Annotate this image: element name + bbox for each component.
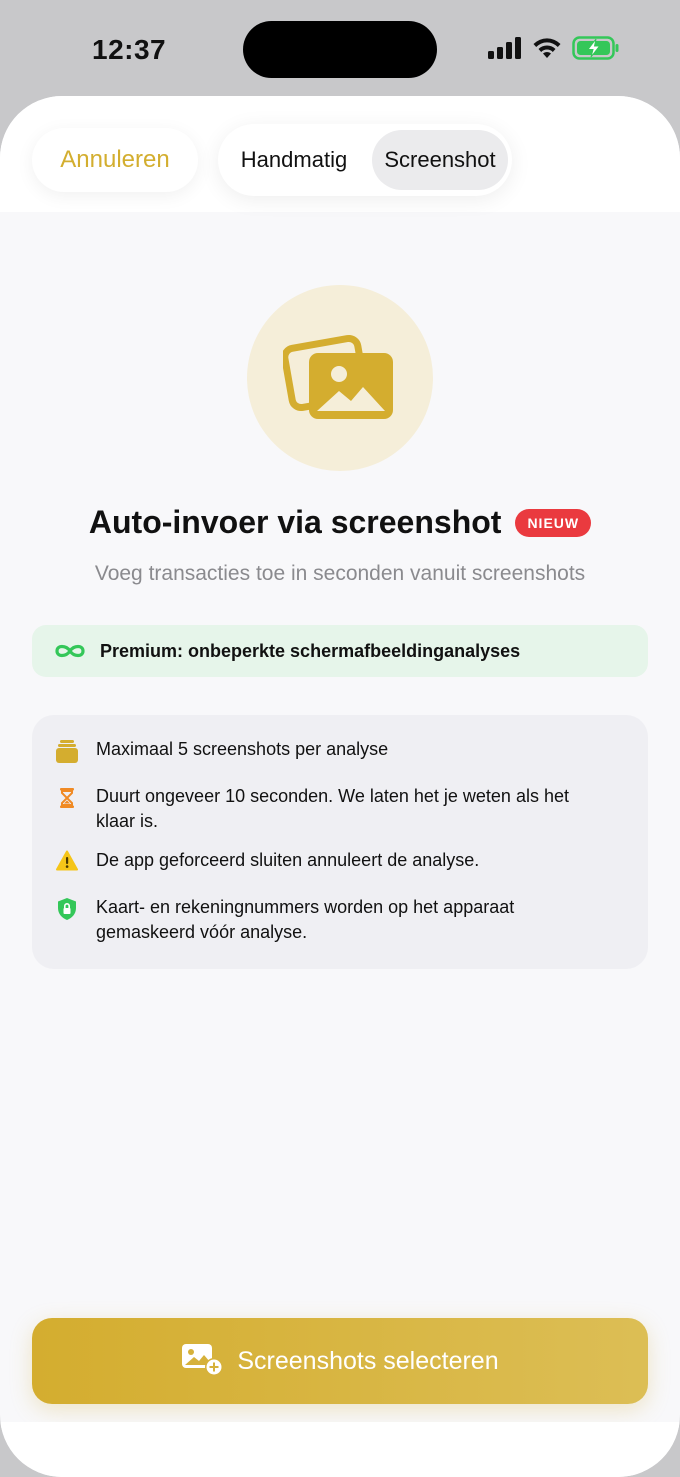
input-mode-segmented-control: Handmatig Screenshot [218, 124, 512, 196]
info-item: Duurt ongeveer 10 seconden. We laten het… [56, 784, 616, 834]
warning-icon [56, 848, 96, 872]
segment-manual[interactable]: Handmatig [224, 130, 364, 190]
cellular-signal-icon [488, 37, 522, 64]
wifi-icon [532, 37, 562, 64]
shield-lock-icon [56, 895, 96, 921]
cancel-button[interactable]: Annuleren [32, 128, 198, 192]
premium-banner: Premium: onbeperkte schermafbeeldinganal… [32, 625, 648, 677]
infinity-icon [54, 643, 88, 659]
info-text: Maximaal 5 screenshots per analyse [96, 739, 389, 759]
info-text: De app geforceerd sluiten annuleert de a… [96, 850, 480, 870]
screenshot-import-sheet: Annuleren Handmatig Screenshot Auto-invo… [0, 96, 680, 1477]
status-bar: 12:37 [0, 0, 680, 96]
stack-icon [56, 737, 96, 763]
page-title: Auto-invoer via screenshot [88, 504, 502, 540]
info-item: Kaart- en rekeningnummers worden op het … [56, 895, 616, 945]
info-text: Duurt ongeveer 10 seconden. We laten het… [96, 786, 569, 831]
title-row: Auto-invoer via screenshot NIEUW [0, 504, 680, 541]
status-time: 12:37 [92, 34, 167, 65]
segment-screenshot[interactable]: Screenshot [372, 130, 508, 190]
info-card: Maximaal 5 screenshots per analyse Duurt… [32, 715, 648, 969]
info-item: Maximaal 5 screenshots per analyse [56, 737, 616, 763]
info-text: Kaart- en rekeningnummers worden op het … [96, 897, 515, 942]
page-subtitle: Voeg transacties toe in seconden vanuit … [94, 562, 586, 585]
battery-charging-icon [572, 36, 620, 65]
select-screenshots-label: Screenshots selecteren [237, 1346, 499, 1375]
hero-icon-circle [247, 285, 433, 471]
info-item: De app geforceerd sluiten annuleert de a… [56, 848, 616, 873]
bottom-safe-area [0, 1422, 680, 1477]
dynamic-island [243, 21, 437, 78]
select-screenshots-button[interactable]: Screenshots selecteren [32, 1318, 648, 1404]
photo-add-icon [181, 1342, 225, 1381]
status-icons [488, 36, 620, 65]
photo-stack-icon [283, 334, 393, 419]
hourglass-icon [56, 784, 96, 810]
premium-text: Premium: onbeperkte schermafbeeldinganal… [100, 640, 521, 661]
new-badge: NIEUW [515, 508, 592, 537]
